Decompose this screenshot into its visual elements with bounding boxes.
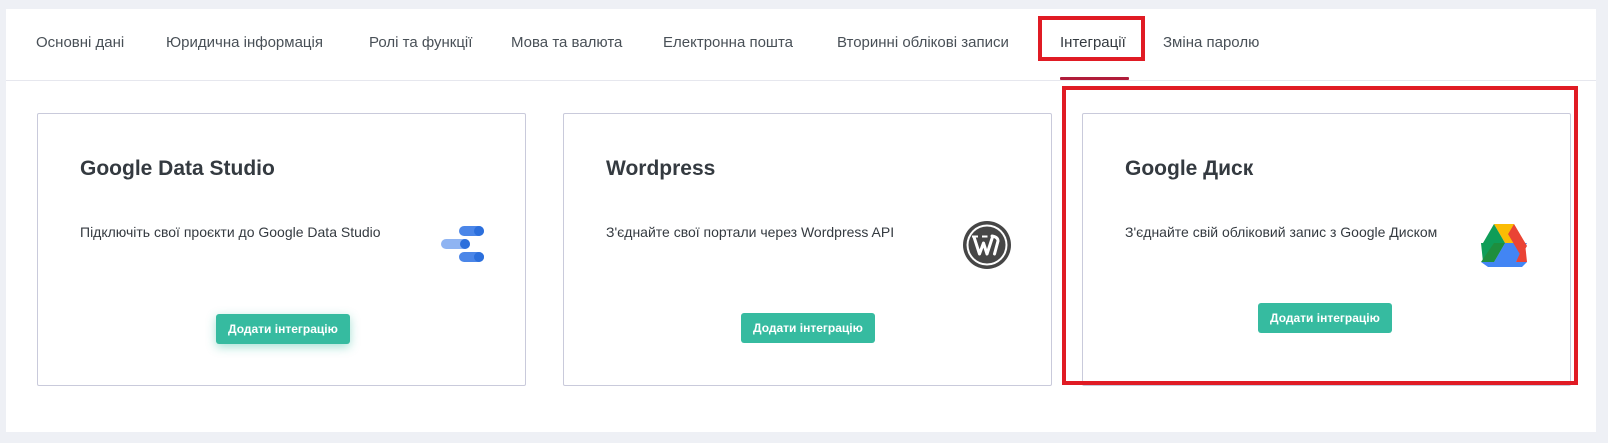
- add-integration-button[interactable]: Додати інтеграцію: [741, 313, 875, 343]
- tab-email[interactable]: Електронна пошта: [663, 34, 793, 51]
- add-integration-button[interactable]: Додати інтеграцію: [216, 314, 350, 344]
- tab-language-currency[interactable]: Мова та валюта: [511, 34, 622, 51]
- highlight-box-tab: [1038, 16, 1145, 61]
- card-description: Підключіть свої проєкти до Google Data S…: [80, 224, 381, 240]
- tab-roles-functions[interactable]: Ролі та функції: [369, 34, 472, 51]
- google-data-studio-icon: [438, 218, 490, 270]
- highlight-box-card: [1062, 86, 1578, 385]
- tab-legal-info[interactable]: Юридична інформація: [166, 34, 323, 51]
- tab-secondary-accounts[interactable]: Вторинні облікові записи: [837, 34, 1009, 51]
- integration-card-wordpress: Wordpress З'єднайте свої портали через W…: [563, 113, 1052, 386]
- tab-basic-data[interactable]: Основні дані: [36, 34, 124, 51]
- card-title: Wordpress: [606, 157, 716, 180]
- card-description: З'єднайте свої портали через Wordpress A…: [606, 224, 895, 240]
- settings-tabs: Основні дані Юридична інформація Ролі та…: [6, 9, 1596, 81]
- active-tab-indicator: [1060, 77, 1129, 80]
- integration-card-google-data-studio: Google Data Studio Підключіть свої проєк…: [37, 113, 526, 386]
- wordpress-icon: [961, 219, 1013, 271]
- tab-change-password[interactable]: Зміна паролю: [1163, 34, 1259, 51]
- card-title: Google Data Studio: [80, 157, 275, 180]
